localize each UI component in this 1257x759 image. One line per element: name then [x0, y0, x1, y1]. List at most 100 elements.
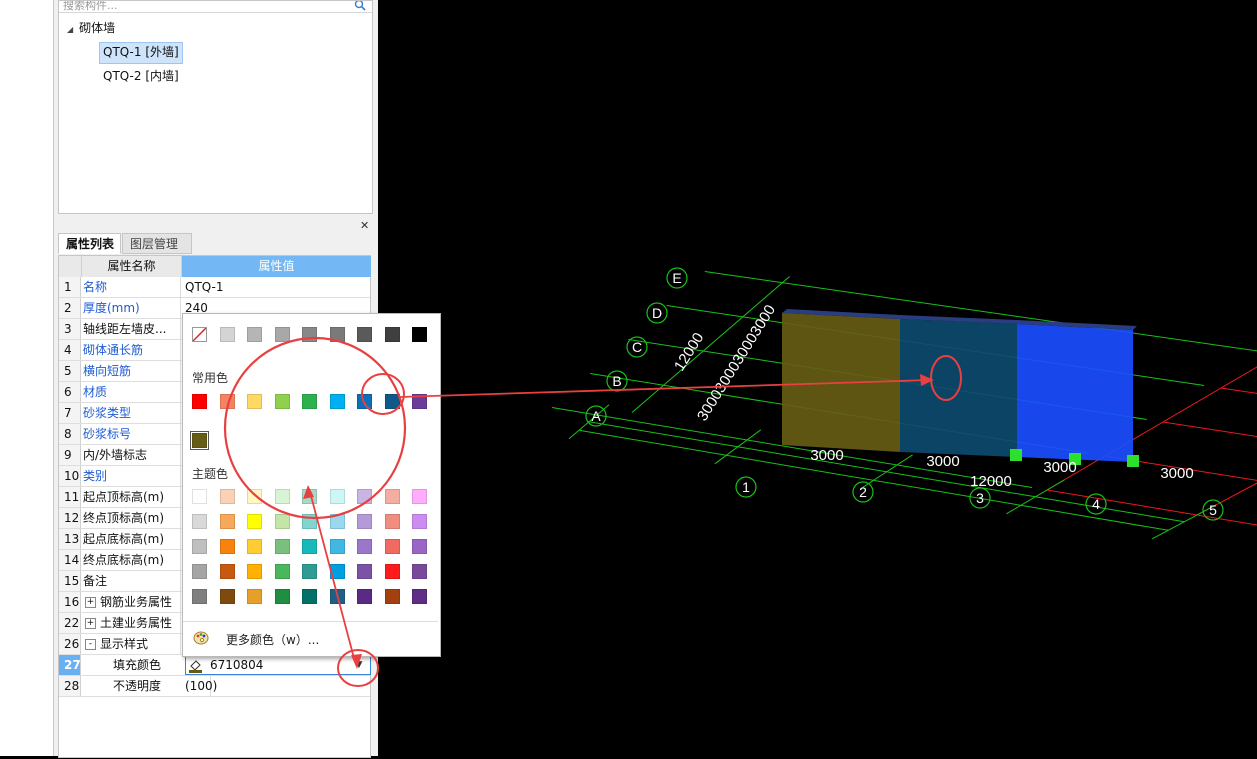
color-swatch[interactable]: [302, 564, 317, 579]
color-swatch[interactable]: [357, 489, 372, 504]
scene-canvas[interactable]: ABCDE1 2 3 4 53000 3000 3000 300012000120003000…: [377, 0, 1257, 756]
property-name-text: 轴线距左墙皮...: [83, 322, 167, 336]
color-swatch[interactable]: [412, 589, 427, 604]
close-icon[interactable]: ✕: [360, 220, 369, 232]
color-swatch[interactable]: [274, 327, 290, 342]
wall-segment[interactable]: [782, 313, 900, 452]
color-swatch[interactable]: [412, 394, 427, 409]
color-swatch[interactable]: [384, 589, 400, 604]
color-swatch[interactable]: [384, 539, 400, 554]
color-swatch[interactable]: [274, 589, 290, 604]
color-swatch[interactable]: [412, 327, 427, 342]
color-swatch[interactable]: [329, 539, 345, 554]
color-swatch[interactable]: [384, 489, 400, 504]
property-name-text: 起点底标高(m): [83, 532, 165, 546]
collapse-triangle-icon[interactable]: ◢: [67, 25, 73, 34]
tree-root-masonry-wall[interactable]: ◢ 砌体墙: [67, 18, 115, 38]
color-swatch[interactable]: [219, 394, 235, 409]
grip-handle[interactable]: [1127, 455, 1139, 467]
fill-color-editor[interactable]: 6710804 ▼: [185, 655, 371, 675]
color-swatch[interactable]: [190, 431, 209, 450]
color-swatch[interactable]: [384, 514, 400, 529]
color-swatch[interactable]: [412, 539, 427, 554]
component-tree: 搜索构件... ◢ 砌体墙 QTQ-1 [外墙] QTQ-2 [内墙]: [58, 0, 373, 214]
color-swatch[interactable]: [247, 489, 262, 504]
left-margin-strip: [0, 0, 53, 756]
walls[interactable]: [782, 309, 1139, 467]
color-swatch[interactable]: [274, 394, 290, 409]
no-color-swatch[interactable]: [192, 327, 207, 342]
color-swatch[interactable]: [329, 564, 345, 579]
color-swatch[interactable]: [302, 539, 317, 554]
tree-item-qtq2[interactable]: QTQ-2 [内墙]: [103, 66, 179, 86]
color-swatch[interactable]: [302, 514, 317, 529]
color-swatch[interactable]: [247, 539, 262, 554]
color-swatch[interactable]: [219, 514, 235, 529]
tab-properties[interactable]: 属性列表: [58, 233, 121, 254]
color-swatch[interactable]: [219, 564, 235, 579]
expand-icon[interactable]: +: [85, 618, 96, 629]
color-swatch[interactable]: [247, 589, 262, 604]
color-swatch[interactable]: [302, 589, 317, 604]
color-swatch[interactable]: [357, 394, 372, 409]
color-swatch[interactable]: [302, 489, 317, 504]
color-swatch[interactable]: [384, 564, 400, 579]
color-swatch[interactable]: [219, 539, 235, 554]
color-swatch[interactable]: [357, 564, 372, 579]
color-swatch[interactable]: [412, 514, 427, 529]
color-swatch[interactable]: [357, 589, 372, 604]
property-name-text: 砂浆标号: [83, 427, 132, 441]
chevron-down-icon[interactable]: ▼: [352, 656, 366, 674]
color-swatch[interactable]: [219, 489, 235, 504]
color-swatch[interactable]: [357, 539, 372, 554]
tab-layers[interactable]: 图层管理: [122, 233, 192, 254]
color-swatch[interactable]: [329, 489, 345, 504]
color-swatch[interactable]: [302, 394, 317, 409]
property-value[interactable]: QTQ-1: [185, 277, 371, 297]
color-swatch[interactable]: [274, 514, 290, 529]
property-row[interactable]: 1 名称 QTQ-1: [59, 277, 370, 298]
color-swatch[interactable]: [384, 394, 400, 409]
color-swatch[interactable]: [302, 327, 317, 342]
color-swatch[interactable]: [357, 514, 372, 529]
color-swatch[interactable]: [247, 394, 262, 409]
property-row[interactable]: 28 不透明度 (100): [59, 676, 370, 697]
color-swatch[interactable]: [192, 394, 207, 409]
color-swatch[interactable]: [329, 394, 345, 409]
color-swatch[interactable]: [192, 539, 207, 554]
color-swatch[interactable]: [192, 489, 207, 504]
color-swatch[interactable]: [384, 327, 400, 342]
color-swatch[interactable]: [192, 514, 207, 529]
color-swatch[interactable]: [219, 589, 235, 604]
color-swatch[interactable]: [329, 589, 345, 604]
color-swatch[interactable]: [412, 489, 427, 504]
color-swatch[interactable]: [219, 327, 235, 342]
color-swatch[interactable]: [192, 589, 207, 604]
color-swatch[interactable]: [274, 489, 290, 504]
color-swatch[interactable]: [412, 564, 427, 579]
wall-segment[interactable]: [1017, 324, 1133, 462]
more-colors-button[interactable]: 更多颜色（w）...: [183, 621, 438, 655]
color-swatch[interactable]: [357, 327, 372, 342]
color-swatch[interactable]: [247, 564, 262, 579]
no-color-icon: [192, 327, 207, 342]
collapse-icon[interactable]: -: [85, 639, 96, 650]
search-icon[interactable]: [354, 1, 367, 12]
color-swatch[interactable]: [247, 514, 262, 529]
grid-header: 属性名称 属性值: [59, 256, 371, 277]
color-swatch[interactable]: [329, 514, 345, 529]
color-swatch[interactable]: [274, 539, 290, 554]
color-swatch[interactable]: [274, 564, 290, 579]
property-value[interactable]: (100): [185, 676, 371, 696]
color-swatch[interactable]: [192, 564, 207, 579]
color-swatch[interactable]: [329, 327, 345, 342]
wall-segment[interactable]: [900, 319, 1017, 457]
color-swatch[interactable]: [247, 327, 262, 342]
property-name-text: 备注: [83, 574, 108, 588]
3d-viewport[interactable]: A B C D E 1 2 3 4 5 3000 3000 3000 3000 12000 12000 3000…: [377, 0, 1257, 756]
grip-handle[interactable]: [1010, 449, 1022, 461]
tree-item-qtq1[interactable]: QTQ-1 [外墙]: [99, 42, 183, 64]
expand-icon[interactable]: +: [85, 597, 96, 608]
search-input[interactable]: 搜索构件...: [59, 1, 372, 13]
property-row[interactable]: 27 填充颜色 6710804 ▼: [59, 655, 371, 676]
